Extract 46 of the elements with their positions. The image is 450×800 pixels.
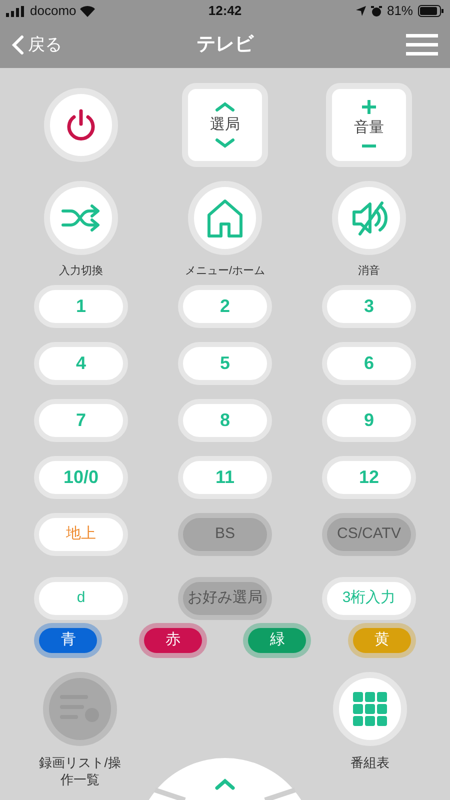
chevron-left-icon bbox=[12, 35, 24, 55]
home-icon bbox=[206, 198, 244, 238]
button-label: 録画リスト/操作一覧 bbox=[38, 754, 122, 788]
number-button[interactable]: 12 bbox=[322, 456, 416, 498]
mode-button[interactable]: 地上 bbox=[34, 512, 128, 556]
color-key-button[interactable]: 青 bbox=[39, 628, 98, 652]
wifi-icon bbox=[80, 6, 96, 16]
carrier-name: docomo bbox=[30, 2, 76, 20]
plus-icon bbox=[361, 98, 377, 115]
volume-button[interactable]: 音量 bbox=[326, 83, 412, 167]
alarm-icon bbox=[370, 6, 382, 16]
menu-button[interactable] bbox=[406, 34, 438, 56]
location-icon bbox=[356, 6, 366, 16]
battery-percent: 81% bbox=[386, 2, 413, 20]
button-label: 入力切換 bbox=[59, 264, 103, 279]
number-button[interactable]: 6 bbox=[322, 342, 416, 384]
chevron-up-icon bbox=[215, 102, 235, 112]
mode-button[interactable]: d bbox=[34, 576, 128, 620]
color-key-button[interactable]: 緑 bbox=[248, 628, 306, 652]
number-button[interactable]: 5 bbox=[178, 342, 272, 384]
mute-icon bbox=[350, 199, 388, 237]
number-button[interactable]: 4 bbox=[34, 342, 128, 384]
number-button[interactable]: 3 bbox=[322, 284, 416, 328]
shuffle-icon bbox=[61, 202, 101, 234]
screen-title: テレビ bbox=[196, 32, 254, 57]
button-label: メニュー/ホーム bbox=[184, 264, 266, 279]
menu-icon bbox=[406, 34, 438, 56]
chevron-down-icon bbox=[215, 138, 235, 148]
number-button[interactable]: 7 bbox=[34, 398, 128, 442]
channel-button[interactable]: 選局 bbox=[182, 83, 268, 167]
button-label: 消音 bbox=[358, 264, 380, 279]
number-button[interactable]: 2 bbox=[178, 284, 272, 328]
mode-button[interactable]: 3桁入力 bbox=[322, 576, 416, 620]
status-time: 12:42 bbox=[208, 2, 242, 20]
color-key-button[interactable]: 赤 bbox=[144, 628, 202, 652]
color-key-button[interactable]: 黄 bbox=[352, 628, 411, 652]
signal-icon bbox=[6, 6, 26, 16]
number-button[interactable]: 9 bbox=[322, 398, 416, 442]
battery-icon bbox=[418, 5, 444, 17]
number-button[interactable]: 11 bbox=[178, 456, 272, 498]
number-button[interactable]: 8 bbox=[178, 398, 272, 442]
number-button[interactable]: 10/0 bbox=[34, 456, 128, 498]
grid-icon bbox=[353, 692, 387, 726]
back-button[interactable]: 戻る bbox=[12, 32, 62, 58]
button-label: 番組表 bbox=[350, 754, 390, 770]
number-button[interactable]: 1 bbox=[34, 284, 128, 328]
